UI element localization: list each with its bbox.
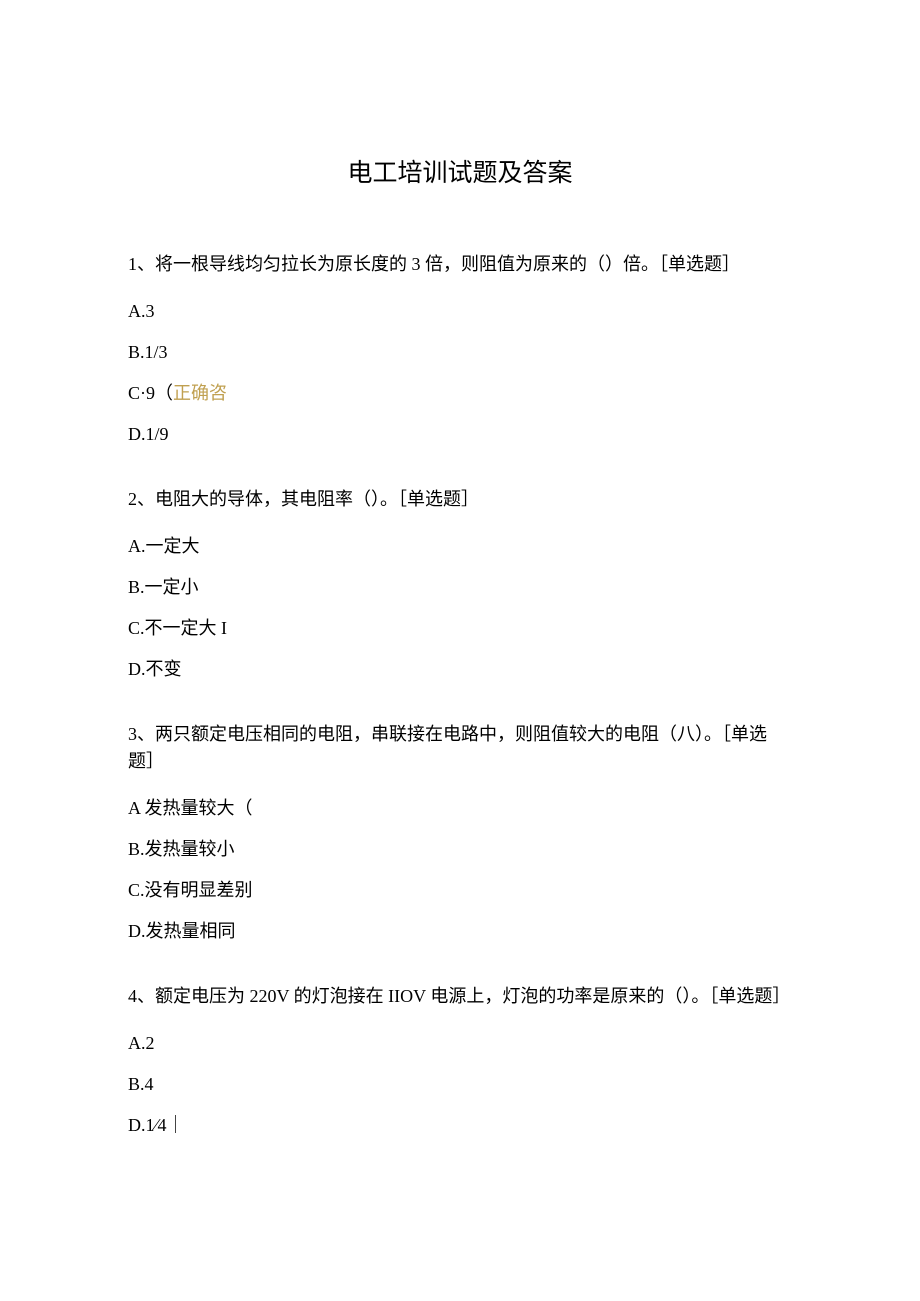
q3-stem: 3、两只额定电压相同的电阻，串联接在电路中，则阻值较大的电阻（八）。［单选题］ bbox=[128, 721, 792, 775]
q1-option-d: D.1/9 bbox=[128, 421, 792, 448]
q1-c-prefix: C·9（ bbox=[128, 383, 173, 403]
question-2: 2、电阻大的导体，其电阻率（）。［单选题］ A.一定大 B.一定小 C.不一定大… bbox=[128, 486, 792, 683]
q1-option-b: B.1/3 bbox=[128, 339, 792, 366]
q1-option-c: C·9（正确咨 bbox=[128, 380, 792, 407]
question-3: 3、两只额定电压相同的电阻，串联接在电路中，则阻值较大的电阻（八）。［单选题］ … bbox=[128, 721, 792, 945]
q3-option-b: B.发热量较小 bbox=[128, 836, 792, 863]
q4-option-a: A.2 bbox=[128, 1030, 792, 1057]
q2-option-d: D.不变 bbox=[128, 656, 792, 683]
q3-option-c: C.没有明显差别 bbox=[128, 877, 792, 904]
q2-option-a: A.一定大 bbox=[128, 533, 792, 560]
q4-stem: 4、额定电压为 220V 的灯泡接在 IIOV 电源上，灯泡的功率是原来的（）。… bbox=[128, 983, 792, 1010]
q2-option-c: C.不一定大 I bbox=[128, 615, 792, 642]
q1-stem: 1、将一根导线均匀拉长为原长度的 3 倍，则阻值为原来的（）倍。［单选题］ bbox=[128, 251, 792, 278]
q4-option-d: D.1⁄4｜ bbox=[128, 1112, 792, 1139]
q2-stem: 2、电阻大的导体，其电阻率（）。［单选题］ bbox=[128, 486, 792, 513]
q1-c-correct: 正确咨 bbox=[173, 383, 227, 403]
question-1: 1、将一根导线均匀拉长为原长度的 3 倍，则阻值为原来的（）倍。［单选题］ A.… bbox=[128, 251, 792, 448]
page-title: 电工培训试题及答案 bbox=[128, 155, 792, 193]
q2-option-b: B.一定小 bbox=[128, 574, 792, 601]
q1-option-a: A.3 bbox=[128, 298, 792, 325]
question-4: 4、额定电压为 220V 的灯泡接在 IIOV 电源上，灯泡的功率是原来的（）。… bbox=[128, 983, 792, 1139]
q4-option-b: B.4 bbox=[128, 1071, 792, 1098]
q3-option-d: D.发热量相同 bbox=[128, 918, 792, 945]
q3-option-a: A 发热量较大（ bbox=[128, 795, 792, 822]
